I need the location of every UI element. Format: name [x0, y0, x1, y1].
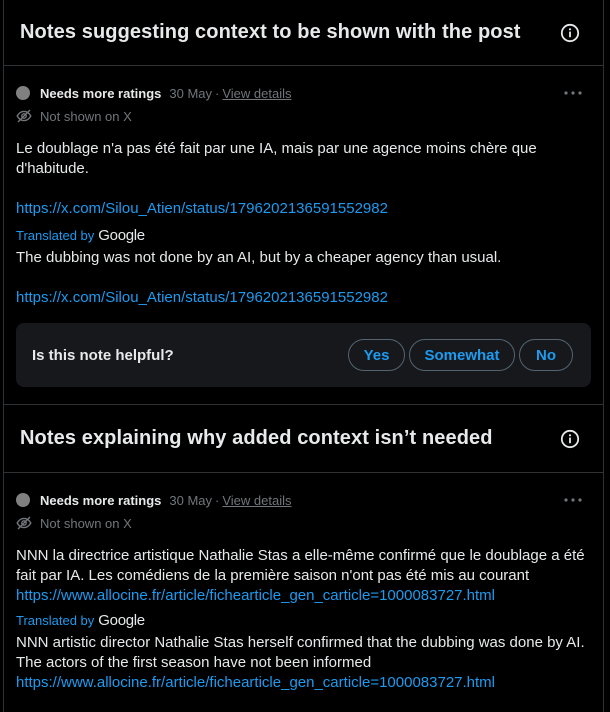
visibility-text: Not shown on X [40, 108, 132, 124]
eye-off-icon [16, 109, 32, 123]
rating-buttons: Yes Somewhat No [348, 339, 573, 371]
info-circle-icon[interactable] [560, 23, 580, 43]
section-title: Notes suggesting context to be shown wit… [20, 21, 521, 43]
visibility-status: Not shown on X [16, 513, 591, 533]
note-translated-text: NNN artistic director Nathalie Stas hers… [16, 634, 585, 671]
meta-separator: · [215, 85, 220, 101]
note-status: Needs more ratings [40, 85, 162, 101]
visibility-status: Not shown on X [16, 106, 591, 126]
note-translated-text: The dubbing was not done by an AI, but b… [16, 249, 502, 266]
note-meta: Needs more ratings 30 May · View details [16, 490, 591, 510]
status-dot-icon [16, 86, 30, 100]
note-date: 30 May [169, 492, 213, 508]
note-card: Needs more ratings 30 May · View details… [4, 66, 603, 387]
view-details-link[interactable]: View details [222, 493, 291, 508]
helpful-question: Is this note helpful? [32, 346, 174, 364]
google-logo: Google [98, 611, 145, 629]
translated-by-label: Translated by [16, 612, 95, 628]
view-details-link[interactable]: View details [222, 86, 291, 101]
note-meta: Needs more ratings 30 May · View details [16, 83, 591, 103]
more-horizontal-icon[interactable] [561, 83, 585, 103]
note-status: Needs more ratings [40, 492, 162, 508]
info-circle-icon[interactable] [560, 429, 580, 449]
note-date: 30 May [169, 85, 213, 101]
helpful-prompt: Is this note helpful? Yes Somewhat No [16, 323, 591, 387]
translated-by: Translated by Google [16, 611, 591, 629]
note-source-link[interactable]: https://x.com/Silou_Atien/status/1796202… [16, 199, 591, 219]
rate-somewhat-button[interactable]: Somewhat [409, 339, 515, 371]
meta-separator: · [215, 492, 220, 508]
community-notes-panel: Notes suggesting context to be shown wit… [3, 0, 604, 712]
eye-off-icon [16, 516, 32, 530]
translated-by-label: Translated by [16, 227, 95, 243]
note-original-text: Le doublage n'a pas été fait par une IA,… [16, 140, 537, 177]
rate-no-button[interactable]: No [519, 339, 573, 371]
note-translated-link[interactable]: https://x.com/Silou_Atien/status/1796202… [16, 288, 591, 308]
status-dot-icon [16, 493, 30, 507]
note-card: Needs more ratings 30 May · View details… [4, 473, 603, 693]
note-original-text: NNN la directrice artistique Nathalie St… [16, 547, 585, 584]
section-header-not-needed: Notes explaining why added context isn’t… [4, 405, 603, 473]
more-horizontal-icon[interactable] [561, 490, 585, 510]
rate-yes-button[interactable]: Yes [348, 339, 405, 371]
section-title: Notes explaining why added context isn’t… [20, 427, 493, 449]
translated-by: Translated by Google [16, 226, 591, 244]
note-source-link[interactable]: https://www.allocine.fr/article/ficheart… [16, 586, 591, 606]
visibility-text: Not shown on X [40, 515, 132, 531]
google-logo: Google [98, 226, 145, 244]
note-translated-link[interactable]: https://www.allocine.fr/article/ficheart… [16, 673, 591, 693]
section-header-suggesting: Notes suggesting context to be shown wit… [4, 0, 603, 66]
